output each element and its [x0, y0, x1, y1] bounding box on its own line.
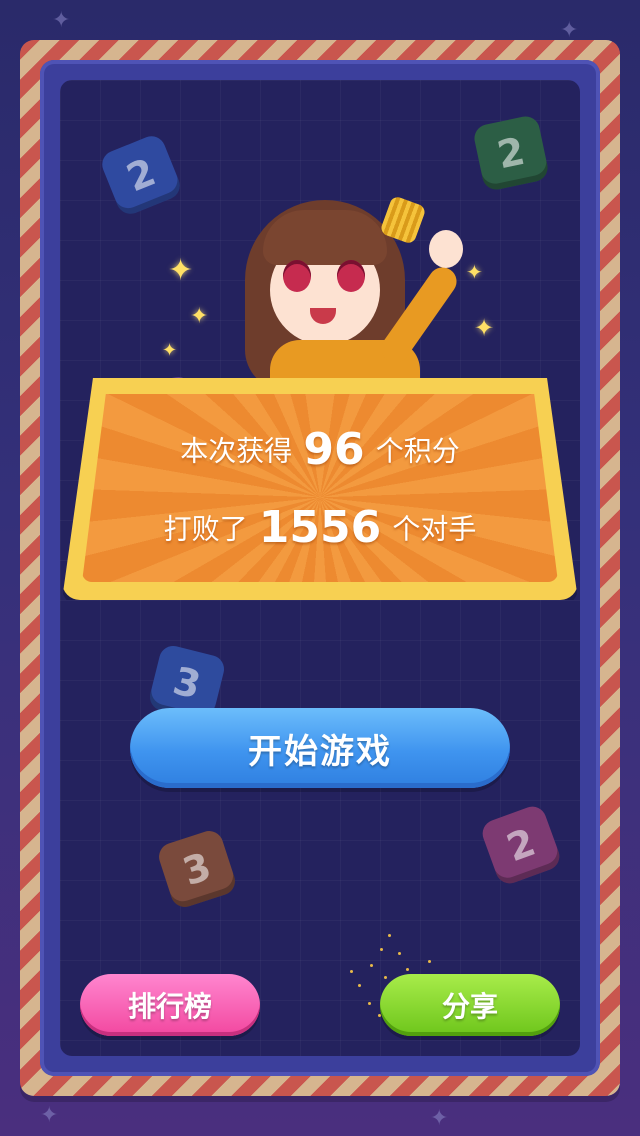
defeated-suffix: 个对手: [392, 512, 477, 546]
number-tile: 2: [98, 132, 184, 218]
leaderboard-button[interactable]: 排行榜: [80, 974, 260, 1036]
score-panel-inner: [82, 394, 558, 582]
points-prefix: 本次获得: [180, 434, 293, 468]
anime-girl-character: [215, 190, 485, 400]
star-icon: ✦: [52, 8, 71, 33]
points-value: 96: [303, 424, 365, 475]
character-hand: [429, 230, 463, 268]
character-eye: [337, 260, 365, 292]
start-game-button[interactable]: 开始游戏: [130, 708, 510, 788]
sparkle-icon: ✦: [162, 340, 178, 361]
share-button[interactable]: 分享: [380, 974, 560, 1036]
star-icon: ✦: [40, 1103, 59, 1128]
number-tile: 2: [471, 113, 551, 193]
points-suffix: 个积分: [375, 434, 460, 468]
defeated-value: 1556: [258, 502, 382, 553]
sparkle-icon: ✦: [474, 314, 495, 342]
star-icon: ✦: [560, 18, 579, 43]
character-bangs: [263, 210, 387, 265]
number-tile: 2: [478, 802, 564, 888]
score-panel: [62, 378, 578, 600]
defeated-line: 打败了 1556 个对手: [0, 502, 640, 553]
points-line: 本次获得 96 个积分: [0, 424, 640, 475]
character-eye: [283, 260, 311, 292]
sparkle-icon: ✦: [168, 253, 194, 288]
defeated-prefix: 打败了: [163, 512, 248, 546]
number-tile: 3: [155, 827, 239, 911]
sparkle-icon: ✦: [466, 260, 483, 284]
sparkle-icon: ✦: [190, 304, 209, 329]
star-icon: ✦: [430, 1106, 449, 1131]
